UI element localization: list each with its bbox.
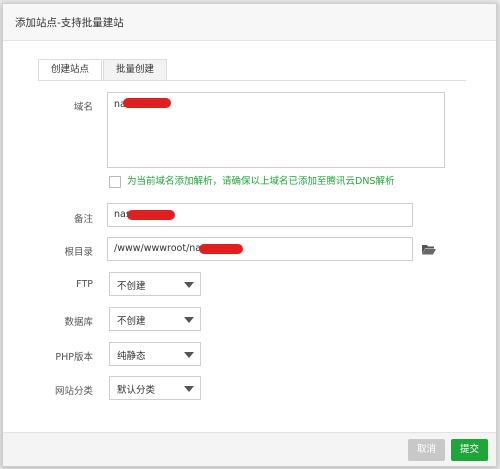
tab-batch-create[interactable]: 批量创建	[103, 59, 168, 80]
ftp-select-value: 不创建	[117, 281, 146, 292]
redaction-mark-note	[127, 210, 175, 220]
database-select-value: 不创建	[117, 316, 146, 327]
folder-open-icon[interactable]	[422, 244, 436, 255]
caret-down-icon	[184, 317, 194, 323]
site-category-select[interactable]: 默认分类	[109, 376, 201, 400]
dialog-titlebar: 添加站点-支持批量建站	[3, 4, 496, 41]
cancel-button[interactable]: 取消	[407, 439, 445, 461]
database-label: 数据库	[64, 317, 93, 328]
tab-divider	[38, 80, 466, 81]
root-dir-label: 根目录	[64, 247, 93, 258]
tab-create-site[interactable]: 创建站点	[38, 59, 103, 81]
note-label: 备注	[73, 214, 93, 225]
php-version-label: PHP版本	[55, 352, 93, 363]
site-category-select-value: 默认分类	[117, 385, 156, 396]
caret-down-icon	[184, 352, 194, 358]
dialog-title: 添加站点-支持批量建站	[15, 17, 124, 29]
tab-bar: 创建站点 批量创建	[38, 59, 168, 81]
caret-down-icon	[184, 282, 194, 288]
database-select[interactable]: 不创建	[109, 307, 201, 331]
redaction-mark-domain	[123, 98, 171, 108]
caret-down-icon	[184, 386, 194, 392]
dns-checkbox-text: 为当前域名添加解析，请确保以上域名已添加至腾讯云DNS解析	[127, 176, 395, 187]
root-dir-value: /www/wwwroot/nas	[114, 243, 207, 254]
php-version-select-value: 纯静态	[117, 351, 146, 362]
dialog-footer: 取消 提交	[3, 432, 496, 466]
add-site-dialog: 添加站点-支持批量建站 创建站点 批量创建 域名 nas 为当前域名添加解析，请…	[2, 3, 497, 467]
ftp-select[interactable]: 不创建	[109, 272, 201, 296]
site-category-label: 网站分类	[54, 386, 93, 397]
submit-button[interactable]: 提交	[450, 439, 488, 461]
redaction-mark-root	[199, 244, 243, 254]
php-version-select[interactable]: 纯静态	[109, 342, 201, 366]
dns-checkbox-row[interactable]: 为当前域名添加解析，请确保以上域名已添加至腾讯云DNS解析	[109, 175, 394, 189]
domain-label: 域名	[73, 102, 93, 113]
ftp-label: FTP	[76, 279, 93, 290]
root-dir-input[interactable]: /www/wwwroot/nas	[107, 237, 413, 261]
dns-checkbox[interactable]	[109, 176, 121, 188]
